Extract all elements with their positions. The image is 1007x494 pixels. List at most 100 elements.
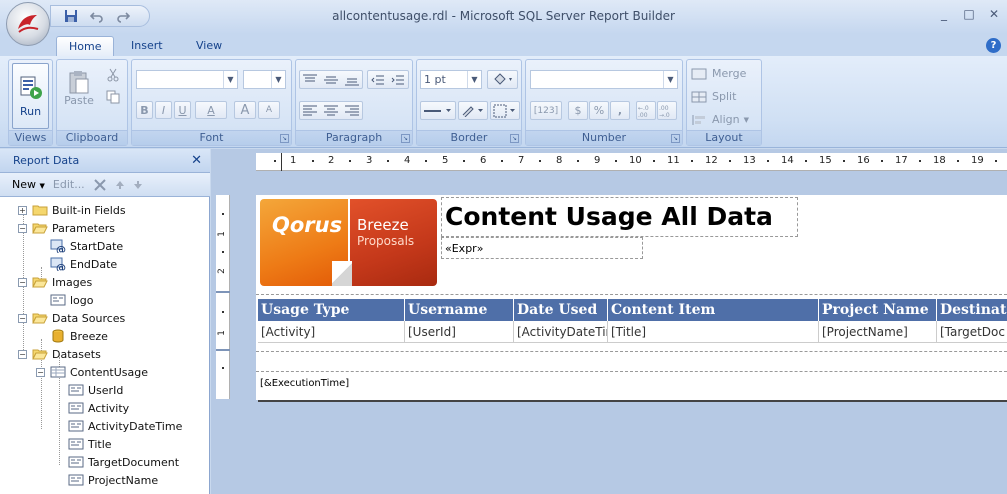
placeholder-format-button[interactable]: [123] [530,101,562,120]
column-header[interactable]: Content Item [608,299,819,321]
report-body[interactable]: Qorus Breeze Proposals Content Usage All… [256,195,1007,400]
number-dialog-launcher-icon[interactable]: ↘ [671,134,680,143]
table-cell[interactable]: [UserId] [405,321,514,343]
report-tablix[interactable]: Usage Type Username Date Used Content It… [258,299,1007,344]
design-surface[interactable]: 1 2 3 4 5 6 7 8 9 10 11 12 13 14 15 16 1… [211,149,1007,494]
tree-node-label: EndDate [70,257,118,271]
paste-button[interactable]: Paste [60,63,98,113]
tree-node-activitydatetime[interactable]: ActivityDateTime [68,417,182,435]
minimize-button[interactable]: _ [935,6,953,22]
italic-button[interactable]: I [155,101,172,119]
move-up-icon[interactable] [115,180,125,190]
maximize-button[interactable]: □ [960,6,978,22]
table-cell[interactable]: [ProjectName] [819,321,937,343]
collapse-icon[interactable]: − [18,313,27,323]
collapse-icon[interactable]: − [36,367,45,377]
application-button[interactable] [6,2,50,46]
close-button[interactable]: ✕ [985,6,1003,22]
column-header[interactable]: Date Used [514,299,608,321]
merge-cells-button[interactable]: Merge [691,64,757,83]
tree-node-contentusage[interactable]: − ContentUsage [36,363,148,381]
tree-node-label: StartDate [70,239,124,253]
font-size-combo[interactable]: ▼ [243,70,286,89]
ruler-number: 18 [933,155,946,166]
tree-node-data-sources[interactable]: − Data Sources [18,309,125,327]
tree-node-logo[interactable]: logo [50,291,94,309]
tree-node-label: Title [88,437,112,451]
grow-font-button[interactable]: A [234,101,256,119]
table-cell[interactable]: [Title] [608,321,819,343]
tree-node-enddate[interactable]: @ EndDate [50,255,117,273]
table-cell[interactable]: [ActivityDateTin [514,321,608,343]
collapse-icon[interactable]: − [18,277,27,287]
expand-icon[interactable]: + [18,205,27,215]
column-header[interactable]: Project Name [819,299,937,321]
tree-node-breeze[interactable]: Breeze [50,327,108,345]
run-button[interactable]: Run [12,63,49,129]
column-header[interactable]: Destinat [937,299,1007,321]
table-cell[interactable]: [Activity] [258,321,405,343]
tab-insert[interactable]: Insert [119,36,175,56]
merge-label: Merge [712,67,747,80]
tree-node-activity[interactable]: Activity [68,399,129,417]
tree-node-datasets[interactable]: − Datasets [18,345,101,363]
indent-buttons[interactable] [367,70,409,89]
increase-decimal-button[interactable]: ←.0.00 [636,101,656,120]
align-button[interactable]: Align ▼ [691,110,757,129]
delete-icon[interactable] [93,178,107,192]
edit-button[interactable]: Edit... [53,178,85,191]
number-format-combo[interactable]: ▼ [530,70,678,89]
move-down-icon[interactable] [133,180,143,190]
underline-button[interactable]: U [174,101,191,119]
column-header[interactable]: Usage Type [258,299,405,321]
vertical-align-buttons[interactable] [299,70,363,89]
tab-home[interactable]: Home [56,36,115,56]
font-family-combo[interactable]: ▼ [136,70,238,89]
tree-node-label: Built-in Fields [52,203,126,217]
tree-node-projectname[interactable]: ProjectName [68,471,158,489]
tree-node-label: ProjectName [88,473,159,487]
border-style-button[interactable] [420,101,456,120]
font-dialog-launcher-icon[interactable]: ↘ [280,134,289,143]
tree-node-title[interactable]: Title [68,435,112,453]
cut-button[interactable] [103,66,123,84]
report-title-textbox[interactable]: Content Usage All Data [441,197,798,237]
tree-node-startdate[interactable]: @ StartDate [50,237,123,255]
font-color-button[interactable]: A [195,101,227,119]
currency-button[interactable]: $ [568,101,588,120]
collapse-icon[interactable]: − [18,223,27,233]
borders-button[interactable] [490,101,520,120]
percent-button[interactable]: % [589,101,609,120]
column-header[interactable]: Username [405,299,514,321]
tree-node-parameters[interactable]: − Parameters [18,219,115,237]
expression-textbox[interactable]: «Expr» [441,237,643,259]
shrink-font-button[interactable]: A [258,101,280,119]
ruler-number: 9 [594,155,601,166]
qorus-breeze-logo[interactable]: Qorus Breeze Proposals [260,199,437,286]
copy-button[interactable] [103,88,123,106]
tree-node-images[interactable]: − Images [18,273,92,291]
tree-node-targetdocument[interactable]: TargetDocument [68,453,179,471]
tree-node-built-in-fields[interactable]: + Built-in Fields [18,201,126,219]
collapse-icon[interactable]: − [18,349,27,359]
table-cell[interactable]: [TargetDoc [937,321,1007,343]
text-align-buttons[interactable] [299,101,363,120]
fill-color-button[interactable] [487,70,518,89]
border-width-combo[interactable]: 1 pt ▼ [420,70,482,89]
new-button[interactable]: New ▼ [12,178,45,191]
tab-view[interactable]: View [184,36,234,56]
paragraph-group: Paragraph ↘ [295,59,413,146]
border-color-button[interactable] [458,101,488,120]
decrease-decimal-button[interactable]: .00 →.0 [657,101,677,120]
close-icon[interactable]: ✕ [191,149,202,173]
font-group: ▼ ▼ B I U A A A Font ↘ [131,59,292,146]
execution-time-textbox[interactable]: [&ExecutionTime] [260,378,349,389]
tree-node-userid[interactable]: UserId [68,381,123,399]
comma-style-button[interactable]: , [610,101,630,120]
help-icon[interactable]: ? [986,38,1001,53]
paragraph-dialog-launcher-icon[interactable]: ↘ [401,134,410,143]
border-dialog-launcher-icon[interactable]: ↘ [510,134,519,143]
bold-button[interactable]: B [136,101,153,119]
split-cells-button[interactable]: Split [691,87,757,106]
report-data-header: Report Data ✕ [0,149,210,173]
